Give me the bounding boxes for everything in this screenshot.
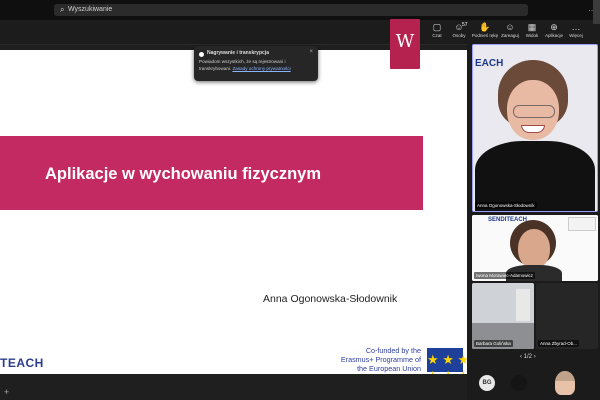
cofunded-text: Co-funded by the Erasmus+ Programme of t…	[340, 346, 421, 373]
participant-name: Anna Ogonowska-Słodownik	[475, 202, 537, 209]
close-icon[interactable]: ×	[309, 49, 313, 55]
participant-tile[interactable]: Anna Zbyrad-Ob...	[536, 283, 598, 349]
room-door	[516, 289, 530, 321]
more-icon: …	[571, 22, 581, 32]
gallery-pager[interactable]: ‹ 1/2 ›	[520, 354, 536, 360]
awf-logo-mark: W	[395, 31, 415, 52]
slide-title: Aplikacje w wychowaniu fizycznym	[45, 165, 321, 183]
people-button[interactable]: ☺ 57 Osoby	[448, 22, 470, 39]
participant-name: Barbara Golińska	[474, 340, 513, 347]
participant-tile[interactable]: Barbara Golińska	[472, 283, 534, 349]
shared-slide	[0, 50, 467, 374]
chevron-right-icon[interactable]: ›	[534, 354, 536, 360]
view-icon: ▦	[527, 22, 537, 32]
participant-face	[518, 229, 550, 269]
search-placeholder: Wyszukiwanie	[68, 6, 113, 13]
avatar[interactable]	[511, 375, 527, 391]
search-input[interactable]: ⌕ Wyszukiwanie	[54, 4, 528, 16]
avatar[interactable]	[555, 371, 575, 395]
more-button[interactable]: … Więcej	[565, 22, 587, 39]
chat-icon: ▢	[432, 22, 442, 32]
leave-button[interactable]	[593, 0, 600, 24]
avatar[interactable]: BG	[479, 375, 495, 391]
participant-tile[interactable]: EACH Anna Ogonowska-Słodownik	[472, 44, 598, 212]
slide-author: Anna Ogonowska-Słodownik	[263, 293, 398, 305]
participant-name: Anna Zbyrad-Ob...	[538, 340, 580, 347]
avatar-hair	[555, 371, 575, 381]
meeting-toolbar: ▢ Czat ☺ 57 Osoby ✋ Podnieś rękę ☺ Zarea…	[0, 20, 600, 45]
recording-notification: Nagrywanie i transkrypcja × Powiadom wsz…	[194, 46, 318, 81]
eu-flag-icon: ★ ★ ★ ★ ★ ★	[427, 348, 469, 383]
people-count: 57	[462, 22, 468, 28]
page-indicator: 1/2	[523, 354, 533, 360]
notification-body: Powiadom wszystkich, że są rejestrowani …	[199, 59, 313, 72]
background-card	[568, 217, 596, 231]
raise-hand-icon: ✋	[479, 22, 491, 32]
stage-footer	[0, 374, 467, 400]
more-label: Więcej	[569, 33, 583, 38]
privacy-link[interactable]: Zasady ochrony prywatności	[232, 66, 290, 71]
notification-title: Nagrywanie i transkrypcja	[207, 50, 269, 56]
participant-tile[interactable]: SENDITEACH Iwona Morawiec-Adamowicz	[472, 215, 598, 281]
participant-background-logo: EACH	[475, 58, 504, 69]
add-icon[interactable]: +	[4, 387, 9, 397]
react-icon: ☺	[505, 22, 515, 32]
awf-logo: W	[390, 19, 420, 69]
teach-logo: TEACH	[0, 356, 44, 370]
search-icon: ⌕	[60, 5, 65, 14]
record-icon	[199, 52, 204, 57]
apps-icon: ⊕	[550, 22, 558, 32]
participant-name: Iwona Morawiec-Adamowicz	[474, 272, 536, 279]
chevron-left-icon[interactable]: ‹	[520, 354, 522, 360]
glasses	[513, 105, 555, 118]
